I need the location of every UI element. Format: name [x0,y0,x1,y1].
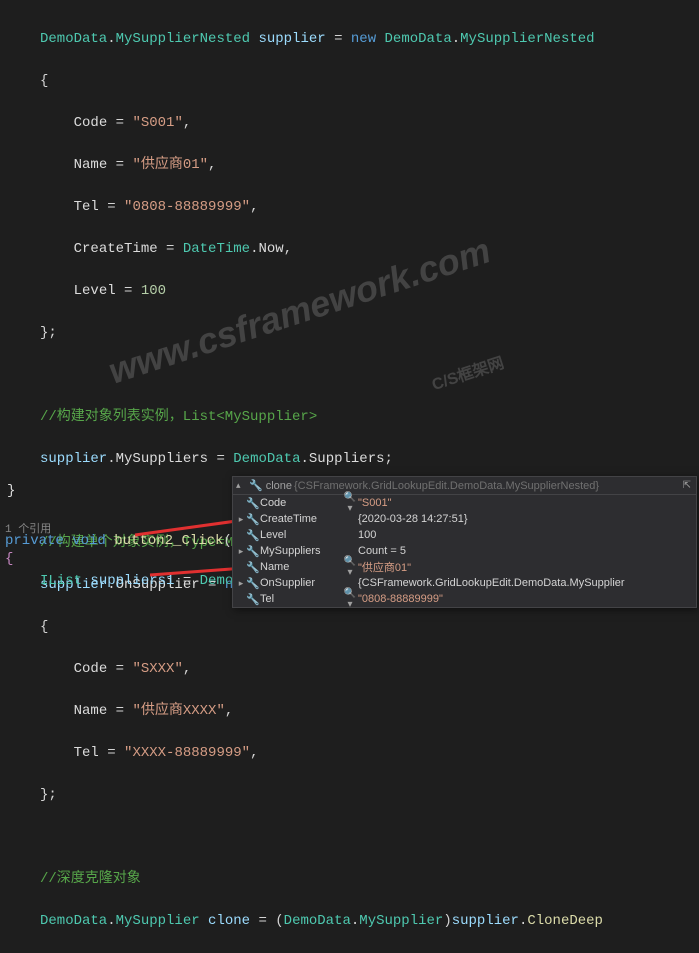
datatip-property-row[interactable]: 🔧Level 100 [233,527,696,543]
datatip-type: {CSFramework.GridLookupEdit.DemoData.MyS… [294,480,599,492]
visualizer-icon[interactable]: 🔍▾ [342,556,358,578]
datatip-property-row[interactable]: ▸🔧MySuppliers Count = 5 [233,543,696,559]
expand-icon[interactable]: ▸ [236,514,246,525]
property-name: Tel [260,593,342,605]
property-name: Level [260,529,342,541]
wrench-icon: 🔧 [246,545,260,558]
wrench-icon: 🔧 [246,593,260,606]
visualizer-icon[interactable]: 🔍▾ [342,492,358,514]
property-value: "S001" [358,497,693,509]
expand-icon[interactable]: ▸ [236,578,246,589]
collapse-icon[interactable]: ▴ [236,480,246,491]
closing-brace: } [7,483,15,499]
wrench-icon: 🔧 [246,529,260,542]
pin-icon[interactable]: ⇱ [683,480,691,491]
property-name: OnSupplier [260,577,342,589]
code-line: IList suppliers1 = DemoD [40,573,242,589]
property-value: Count = 5 [358,545,693,557]
wrench-icon: 🔧 [246,577,260,590]
property-value: {2020-03-28 14:27:51} [358,513,693,525]
datatip-property-row[interactable]: ▸🔧OnSupplier {CSFramework.GridLookupEdit.… [233,575,696,591]
property-value: {CSFramework.GridLookupEdit.DemoData.MyS… [358,577,693,589]
method-declaration: private void button2_Click(o { [5,533,240,567]
kw: new [351,31,376,47]
datatip-property-row[interactable]: 🔧Tel🔍▾"0808-88889999" [233,591,696,607]
expand-icon[interactable]: ▸ [236,546,246,557]
wrench-icon: 🔧 [246,513,260,526]
wrench-icon: 🔧 [246,497,260,510]
datatip-header[interactable]: ▴ 🔧 clone {CSFramework.GridLookupEdit.De… [233,477,696,495]
datatip-property-row[interactable]: 🔧Code🔍▾"S001" [233,495,696,511]
property-name: Code [260,497,342,509]
datatip-property-row[interactable]: ▸🔧CreateTime {2020-03-28 14:27:51} [233,511,696,527]
property-value: 100 [358,529,693,541]
property-name: Name [260,561,342,573]
property-name: MySuppliers [260,545,342,557]
wrench-icon: 🔧 [249,479,263,492]
comment: //深度克隆对象 [40,871,141,887]
var: supplier [258,31,325,47]
debug-datatip[interactable]: ▴ 🔧 clone {CSFramework.GridLookupEdit.De… [232,476,697,608]
property-value: "0808-88889999" [358,593,693,605]
datatip-variable: clone [266,480,292,492]
visualizer-icon[interactable]: 🔍▾ [342,588,358,610]
wrench-icon: 🔧 [246,561,260,574]
datatip-property-row[interactable]: 🔧Name🔍▾"供应商01" [233,559,696,575]
type: DemoData [40,31,107,47]
type: MySupplierNested [116,31,250,47]
property-value: "供应商01" [358,559,693,575]
comment: //构建对象列表实例，List<MySupplier> [40,409,317,425]
property-name: CreateTime [260,513,342,525]
